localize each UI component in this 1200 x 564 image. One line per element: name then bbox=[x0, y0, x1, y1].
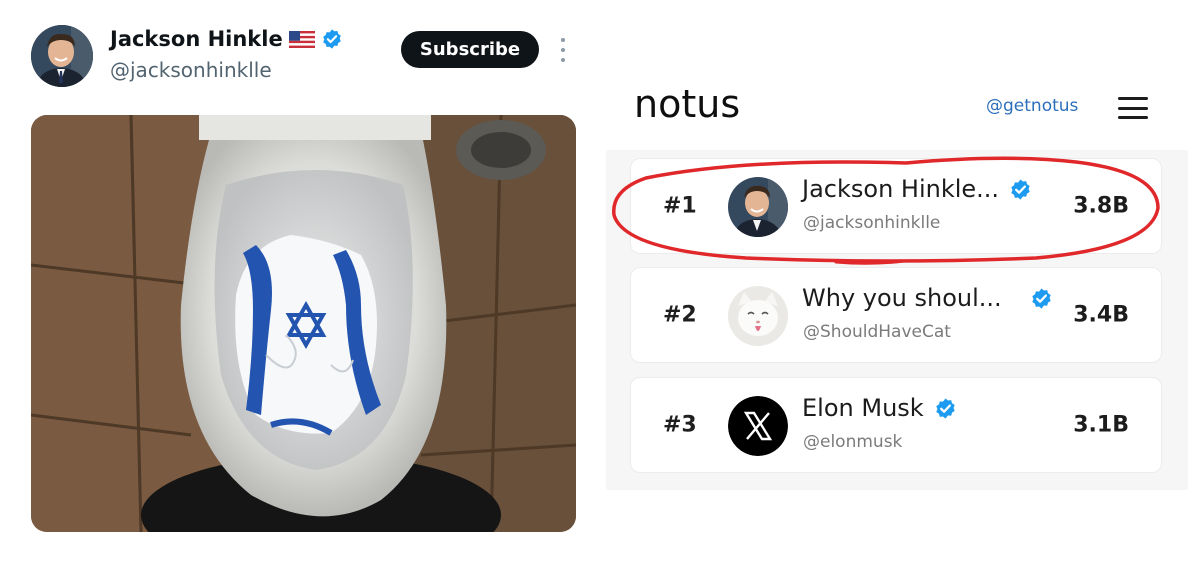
avatar[interactable] bbox=[728, 177, 788, 237]
tweet-card: Jackson Hinkle @jacksonhinklle Subscribe bbox=[0, 0, 600, 564]
card-handle: @elonmusk bbox=[803, 432, 903, 452]
card-handle: @ShouldHaveCat bbox=[803, 322, 951, 342]
verified-badge-icon bbox=[322, 29, 341, 49]
tweet-photo[interactable] bbox=[31, 115, 576, 532]
card-handle: @jacksonhinklle bbox=[803, 213, 941, 233]
author-handle[interactable]: @jacksonhinklle bbox=[110, 58, 272, 82]
notus-logo[interactable]: notus bbox=[634, 82, 740, 126]
verified-badge-icon bbox=[1011, 178, 1030, 200]
card-name: Why you shoul... bbox=[802, 284, 1002, 312]
card-name: Elon Musk bbox=[802, 394, 924, 422]
hamburger-menu-icon[interactable] bbox=[1118, 97, 1148, 119]
card-name-row: Why you shoul... bbox=[802, 284, 1052, 312]
card-name-row: Jackson Hinkle... bbox=[802, 175, 1052, 203]
rank-number: #2 bbox=[663, 302, 697, 328]
notus-leaderboard: notus @getnotus #1 Jackson Hinkle... @ja… bbox=[606, 0, 1200, 564]
author-name[interactable]: Jackson Hinkle bbox=[110, 27, 283, 51]
more-options-icon[interactable] bbox=[556, 38, 570, 62]
leaderboard-row-2[interactable]: #2 Why you shoul... @ShouldHaveCat 3.4B bbox=[630, 267, 1162, 363]
author-avatar[interactable] bbox=[31, 25, 93, 87]
card-value: 3.1B bbox=[1073, 412, 1129, 438]
notus-handle-link[interactable]: @getnotus bbox=[986, 96, 1078, 116]
rank-number: #3 bbox=[663, 412, 697, 438]
us-flag-icon bbox=[288, 30, 315, 48]
card-value: 3.4B bbox=[1073, 302, 1129, 328]
subscribe-button[interactable]: Subscribe bbox=[401, 31, 539, 68]
author-name-row[interactable]: Jackson Hinkle bbox=[110, 27, 343, 51]
leaderboard-row-3[interactable]: #3 Elon Musk @elonmusk 3.1B bbox=[630, 377, 1162, 473]
card-name: Jackson Hinkle... bbox=[802, 175, 1000, 203]
avatar[interactable] bbox=[728, 286, 788, 346]
verified-badge-icon bbox=[1031, 287, 1051, 309]
leaderboard-row-1[interactable]: #1 Jackson Hinkle... @jacksonhinklle 3.8… bbox=[630, 158, 1162, 254]
card-value: 3.8B bbox=[1073, 193, 1129, 219]
card-name-row: Elon Musk bbox=[802, 394, 1052, 422]
rank-number: #1 bbox=[663, 193, 697, 219]
verified-badge-icon bbox=[935, 397, 955, 419]
avatar[interactable] bbox=[728, 396, 788, 456]
